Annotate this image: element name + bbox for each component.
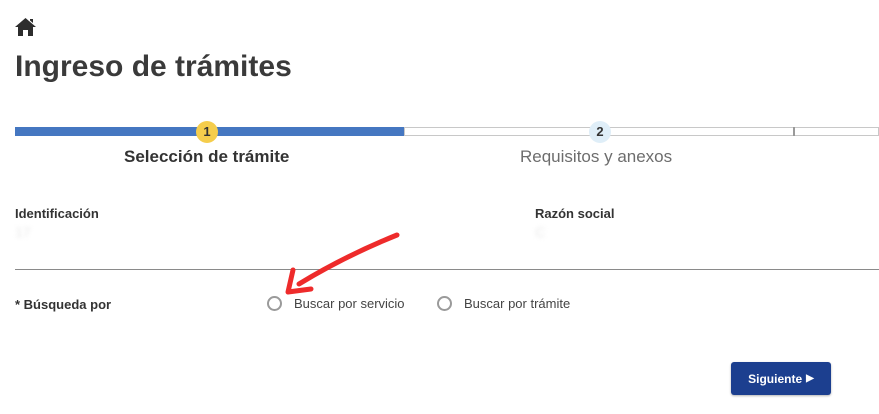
- buscar-por-servicio-label[interactable]: Buscar por servicio: [294, 296, 405, 311]
- step-2-label[interactable]: Requisitos y anexos: [520, 147, 672, 167]
- section-divider: [15, 269, 879, 270]
- home-icon[interactable]: [15, 18, 36, 36]
- step-1-label[interactable]: Selección de trámite: [124, 147, 289, 167]
- step-2-number[interactable]: 2: [589, 121, 611, 143]
- identificacion-value: 17: [15, 224, 31, 240]
- step-1-number[interactable]: 1: [196, 121, 218, 143]
- buscar-por-servicio-option[interactable]: Buscar por servicio: [267, 296, 405, 311]
- busqueda-label: * Búsqueda por: [15, 297, 112, 312]
- siguiente-label[interactable]: Siguiente: [748, 372, 802, 386]
- buscar-por-tramite-radio[interactable]: [437, 296, 452, 311]
- stepper: 1 2 Selección de trámite Requisitos y an…: [15, 120, 879, 170]
- step-2-progress-bar: [404, 127, 879, 136]
- identificacion-label: Identificación: [15, 206, 99, 221]
- siguiente-button[interactable]: Siguiente ▶: [731, 362, 831, 395]
- buscar-por-tramite-option[interactable]: Buscar por trámite: [437, 296, 570, 311]
- razon-social-value: C: [535, 224, 546, 240]
- page-title: Ingreso de trámites: [15, 50, 292, 83]
- razon-social-label: Razón social: [535, 206, 615, 221]
- buscar-por-tramite-label[interactable]: Buscar por trámite: [464, 296, 570, 311]
- caret-right-icon[interactable]: ▶: [806, 373, 814, 384]
- buscar-por-servicio-radio[interactable]: [267, 296, 282, 311]
- step-divider: [793, 127, 795, 136]
